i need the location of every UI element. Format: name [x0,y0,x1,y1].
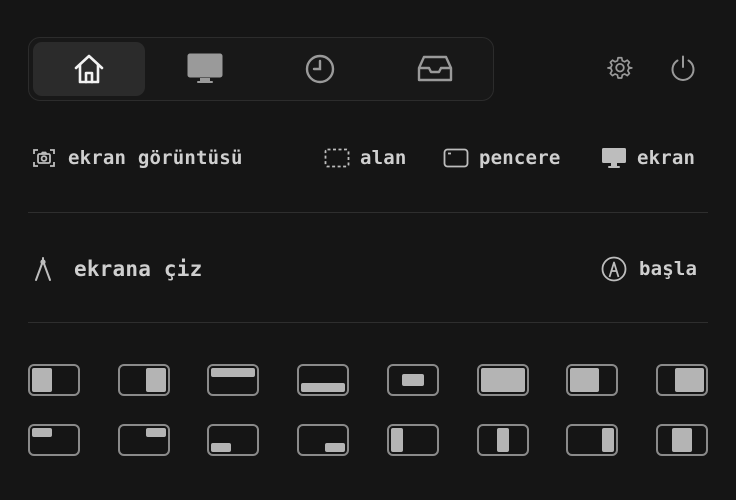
capture-screen-label: ekran [637,147,696,169]
tab-display[interactable] [149,42,261,96]
layout-left-third[interactable] [387,424,439,456]
layout-center-small[interactable] [387,364,439,396]
monitor-icon [601,147,637,169]
layout-left-two-thirds[interactable] [566,364,618,396]
layout-left-half[interactable] [28,364,80,396]
draw-start-button[interactable]: başla [601,255,697,283]
tab-history[interactable] [264,42,376,96]
divider [28,322,708,323]
draw-start-label: başla [639,258,698,280]
tab-inbox[interactable] [379,42,491,96]
draw-label: ekrana çiz [74,257,203,281]
monitor-icon [187,53,223,85]
draw-row: ekrana çiz [34,255,202,283]
layout-top-left-quarter[interactable] [28,424,80,456]
compass-icon [34,256,52,282]
tab-bar [28,37,494,101]
layout-right-two-thirds[interactable] [656,364,708,396]
capture-area-label: alan [360,147,407,169]
window-icon [443,148,479,168]
clock-icon [304,53,336,85]
capture-window-label: pencere [479,147,561,169]
screenshot-label: ekran görüntüsü [68,147,243,169]
capture-window-option[interactable]: pencere [443,145,560,171]
divider [28,212,708,213]
capture-screen-option[interactable]: ekran [601,145,695,171]
layout-bottom-right-quarter[interactable] [297,424,349,456]
layout-top-half[interactable] [207,364,259,396]
power-icon [669,54,697,86]
layout-maximize[interactable] [477,364,529,396]
home-icon [71,51,107,87]
capture-area-option[interactable]: alan [324,145,407,171]
layout-bottom-half[interactable] [297,364,349,396]
power-button[interactable] [668,55,698,85]
layout-bottom-left-quarter[interactable] [207,424,259,456]
screenshot-row: ekran görüntüsü [32,145,243,171]
pen-circle-icon [601,256,627,282]
tab-home[interactable] [33,42,145,96]
camera-icon [32,147,56,169]
gear-icon [607,55,633,85]
layout-center-column[interactable] [656,424,708,456]
settings-button[interactable] [605,55,635,85]
inbox-tray-icon [417,54,453,84]
layout-top-right-quarter[interactable] [118,424,170,456]
layout-right-half[interactable] [118,364,170,396]
dashed-area-icon [324,148,360,168]
layout-right-third[interactable] [566,424,618,456]
layout-center-third[interactable] [477,424,529,456]
